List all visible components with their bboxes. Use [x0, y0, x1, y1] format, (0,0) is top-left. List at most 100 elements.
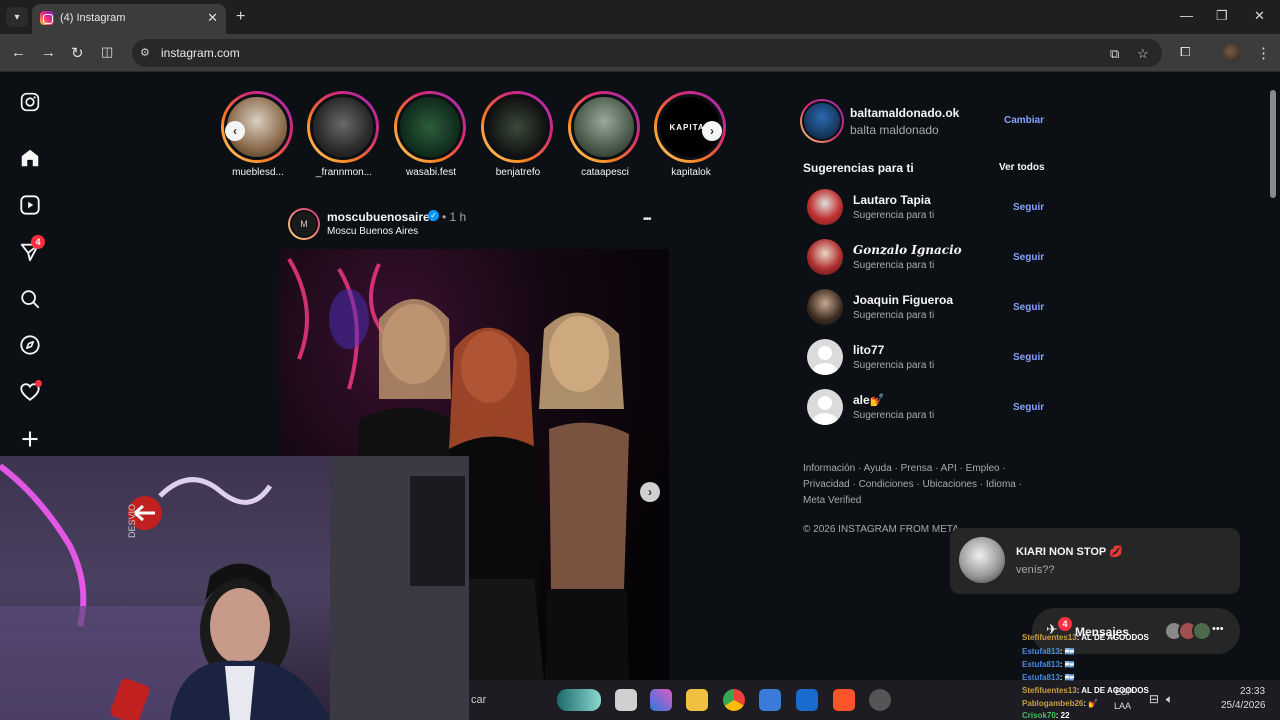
story-item[interactable]: _frannmon... — [307, 91, 381, 181]
notifications-heart-icon[interactable] — [18, 380, 42, 404]
bookmark-star-icon[interactable]: ☆ — [1137, 46, 1149, 62]
stories-next-button[interactable]: › — [702, 121, 722, 141]
suggestion-name[interactable]: ale💅 — [853, 393, 885, 407]
reload-button[interactable]: ↻ — [71, 44, 84, 62]
chat-message: Estufa813: 🇦🇷 — [1022, 660, 1075, 669]
story-item[interactable]: cataapesci — [568, 91, 642, 181]
taskbar-search[interactable]: car — [471, 694, 486, 706]
follow-button[interactable]: Seguir — [1013, 352, 1044, 363]
see-all-button[interactable]: Ver todos — [999, 162, 1045, 173]
browser-menu-icon[interactable]: ⋮ — [1256, 44, 1271, 62]
footer-line[interactable]: Privacidad · Condiciones · Ubicaciones ·… — [803, 477, 1022, 493]
default-avatar-icon[interactable] — [807, 389, 843, 425]
follow-button[interactable]: Seguir — [1013, 202, 1044, 213]
obs-icon[interactable] — [869, 689, 891, 711]
create-plus-icon[interactable] — [18, 427, 42, 451]
forward-button[interactable]: → — [41, 44, 56, 61]
follow-button[interactable]: Seguir — [1013, 302, 1044, 313]
mail-icon[interactable] — [796, 689, 818, 711]
new-tab-button[interactable]: + — [236, 8, 245, 26]
footer-line[interactable]: Meta Verified — [803, 493, 1022, 509]
follow-button[interactable]: Seguir — [1013, 402, 1044, 413]
webcam-overlay: DESVIO — [0, 456, 469, 720]
reels-icon[interactable] — [18, 193, 42, 217]
story-username: wasabi.fest — [405, 167, 457, 178]
chat-message: Stefifuentes13: AL DE AGOODOS — [1022, 686, 1149, 695]
split-view-icon[interactable]: ◫ — [101, 44, 113, 60]
default-avatar-icon[interactable] — [807, 339, 843, 375]
post-author-avatar[interactable]: M — [288, 208, 320, 240]
network-icon[interactable]: ⊟ — [1149, 692, 1159, 706]
clock-time[interactable]: 23:33 — [1240, 686, 1265, 697]
install-app-icon[interactable]: ⧉ — [1110, 46, 1119, 62]
close-window-button[interactable]: ✕ — [1254, 8, 1265, 24]
explore-icon[interactable] — [18, 333, 42, 357]
notification-dot — [35, 380, 42, 387]
page-scrollbar[interactable] — [1266, 72, 1280, 680]
browser-tab[interactable]: (4) Instagram ✕ — [32, 4, 226, 34]
profile-avatar[interactable] — [1223, 44, 1241, 62]
post-time: • 1 h — [442, 210, 467, 224]
store-icon[interactable] — [759, 689, 781, 711]
suggestion-sub: Sugerencia para ti — [853, 410, 935, 421]
story-item[interactable]: wasabi.fest — [394, 91, 468, 181]
suggestion-name[interactable]: Lautaro Tapia — [853, 193, 931, 207]
maximize-button[interactable]: ❐ — [1216, 8, 1228, 24]
language-secondary[interactable]: LAA — [1114, 701, 1131, 711]
messages-bar-badge: 4 — [1058, 617, 1072, 631]
home-icon[interactable] — [18, 146, 42, 170]
suggestion-name[interactable]: Joaquin Figueroa — [853, 293, 953, 307]
address-bar[interactable]: ⚙ instagram.com ⧉ ☆ — [132, 39, 1162, 67]
volume-icon[interactable]: 🔈︎ — [1166, 692, 1173, 707]
follow-button[interactable]: Seguir — [1013, 252, 1044, 263]
chrome-icon[interactable] — [723, 689, 745, 711]
story-username: benjatrefo — [495, 167, 541, 178]
back-button[interactable]: ← — [11, 44, 26, 61]
chat-message: Estufa813: 🇦🇷 — [1022, 673, 1075, 682]
footer-line[interactable]: Información · Ayuda · Prensa · API · Emp… — [803, 461, 1022, 477]
more-icon[interactable]: ••• — [1212, 623, 1224, 635]
task-view-icon[interactable] — [615, 689, 637, 711]
search-icon[interactable] — [18, 287, 42, 311]
chat-message: Pablogambeb26: 💅 — [1022, 699, 1099, 708]
post-next-image-button[interactable]: › — [640, 482, 660, 502]
extensions-icon[interactable]: ⧠ — [1180, 44, 1190, 60]
instagram-logo-icon[interactable] — [18, 90, 42, 114]
direct-messages-icon[interactable]: 4 — [18, 235, 45, 264]
url-text: instagram.com — [161, 46, 240, 60]
story-username: cataapesci — [581, 167, 629, 178]
current-username[interactable]: baltamaldonado.ok — [850, 106, 959, 120]
suggestion-avatar[interactable] — [807, 189, 843, 225]
footer-links[interactable]: Información · Ayuda · Prensa · API · Emp… — [803, 461, 1022, 509]
suggestion-name[interactable]: lito77 — [853, 343, 884, 357]
post-location[interactable]: Moscu Buenos Aires — [327, 226, 418, 237]
brave-icon[interactable] — [833, 689, 855, 711]
post-username[interactable]: moscubuenosaires — [327, 210, 436, 224]
search-highlight-icon[interactable] — [557, 689, 601, 711]
story-username: mueblesd... — [232, 167, 284, 178]
windows-taskbar: car ESP LAA ⊟ 🔈︎ 23:33 25/4/2026 — [469, 680, 1280, 720]
clock-date[interactable]: 25/4/2026 — [1221, 700, 1266, 711]
browser-tab-bar: ▾ (4) Instagram ✕ + — ❐ ✕ — [0, 0, 1280, 34]
current-user-avatar[interactable] — [800, 99, 844, 143]
toast-title: KIARI NON STOP 💋 — [1016, 546, 1123, 558]
webcam-sign-text: DESVIO — [127, 503, 137, 538]
suggestion-avatar[interactable] — [807, 289, 843, 325]
messages-avatar — [1192, 621, 1212, 641]
site-info-icon[interactable]: ⚙ — [140, 46, 150, 59]
tab-search-button[interactable]: ▾ — [6, 7, 28, 27]
copyright: © 2026 INSTAGRAM FROM META — [803, 524, 959, 535]
suggestion-name[interactable]: 𝑮𝒐𝒏𝒛𝒂𝒍𝒐 𝑰𝒈𝒏𝒂𝒄𝒊𝒐 — [853, 243, 962, 257]
file-explorer-icon[interactable] — [686, 689, 708, 711]
suggestion-avatar[interactable] — [807, 239, 843, 275]
switch-account-button[interactable]: Cambiar — [1004, 115, 1044, 126]
minimize-button[interactable]: — — [1180, 8, 1193, 23]
suggestion-sub: Sugerencia para ti — [853, 210, 935, 221]
suggestions-heading: Sugerencias para ti — [803, 161, 914, 175]
stories-prev-button[interactable]: ‹ — [225, 121, 245, 141]
story-item[interactable]: benjatrefo — [481, 91, 555, 181]
post-more-options-icon[interactable]: ••• — [643, 214, 651, 225]
message-notification-toast[interactable]: KIARI NON STOP 💋 venís?? — [950, 528, 1240, 594]
close-tab-icon[interactable]: ✕ — [207, 10, 218, 26]
copilot-icon[interactable] — [650, 689, 672, 711]
